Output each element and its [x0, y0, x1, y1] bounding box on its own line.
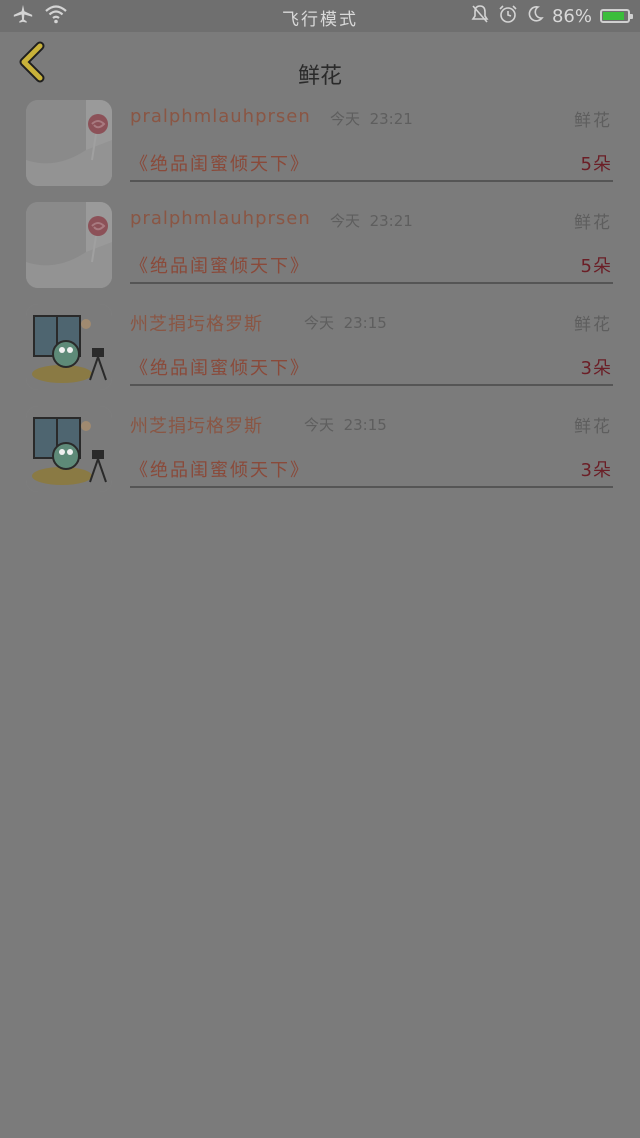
book-title[interactable]: 《绝品闺蜜倾天下》 [130, 456, 310, 482]
battery-icon [600, 9, 633, 23]
timestamp-time: 23:21 [369, 110, 413, 128]
header: 鲜花 [0, 32, 640, 90]
battery-level [603, 12, 624, 20]
avatar[interactable] [26, 406, 112, 492]
moon-icon [526, 5, 544, 28]
lollipop-avatar-icon [26, 100, 112, 186]
timestamp-time: 23:21 [369, 212, 413, 230]
gift-record-list: pralphmlauhprsen 今天 23:21 鲜花 《绝品闺蜜倾天下》 5… [0, 96, 640, 504]
cartoon-avatar-icon [26, 406, 112, 492]
list-item[interactable]: 州芝捐圬格罗斯 今天 23:15 鲜花 《绝品闺蜜倾天下》 3朵 [0, 402, 640, 504]
book-title[interactable]: 《绝品闺蜜倾天下》 [130, 150, 310, 176]
status-bar: 飞行模式 86% [0, 0, 640, 32]
timestamp: 今天 23:21 [330, 210, 413, 231]
timestamp: 今天 23:21 [330, 108, 413, 129]
timestamp: 今天 23:15 [304, 312, 387, 333]
divider [130, 282, 613, 284]
gift-type: 鲜花 [574, 213, 612, 233]
lollipop-avatar-icon [26, 202, 112, 288]
timestamp-date: 今天 [304, 416, 335, 434]
gift-count: 5朵 [580, 154, 612, 175]
divider [130, 180, 613, 182]
list-item[interactable]: pralphmlauhprsen 今天 23:21 鲜花 《绝品闺蜜倾天下》 5… [0, 96, 640, 198]
gift-type: 鲜花 [574, 111, 612, 131]
alarm-icon [498, 4, 518, 29]
timestamp-date: 今天 [304, 314, 335, 332]
timestamp-time: 23:15 [343, 314, 387, 332]
divider [130, 486, 613, 488]
timestamp: 今天 23:15 [304, 414, 387, 435]
timestamp-date: 今天 [330, 212, 361, 230]
timestamp-time: 23:15 [343, 416, 387, 434]
avatar[interactable] [26, 100, 112, 186]
sender-name: 州芝捐圬格罗斯 [130, 314, 263, 335]
book-title[interactable]: 《绝品闺蜜倾天下》 [130, 252, 310, 278]
avatar[interactable] [26, 304, 112, 390]
gift-type: 鲜花 [574, 417, 612, 437]
list-item[interactable]: pralphmlauhprsen 今天 23:21 鲜花 《绝品闺蜜倾天下》 5… [0, 198, 640, 300]
sender-name: pralphmlauhprsen [130, 106, 311, 127]
book-title[interactable]: 《绝品闺蜜倾天下》 [130, 354, 310, 380]
gift-type: 鲜花 [574, 315, 612, 335]
list-item[interactable]: 州芝捐圬格罗斯 今天 23:15 鲜花 《绝品闺蜜倾天下》 3朵 [0, 300, 640, 402]
gift-count: 3朵 [580, 460, 612, 481]
gift-count: 3朵 [580, 358, 612, 379]
status-right-icons: 86% [470, 3, 633, 29]
timestamp-date: 今天 [330, 110, 361, 128]
sender-name: pralphmlauhprsen [130, 208, 311, 229]
divider [130, 384, 613, 386]
bell-muted-icon [470, 4, 490, 29]
cartoon-avatar-icon [26, 304, 112, 390]
avatar[interactable] [26, 202, 112, 288]
gift-count: 5朵 [580, 256, 612, 277]
battery-percent: 86% [551, 5, 592, 27]
sender-name: 州芝捐圬格罗斯 [130, 416, 263, 437]
page-title: 鲜花 [297, 64, 342, 89]
